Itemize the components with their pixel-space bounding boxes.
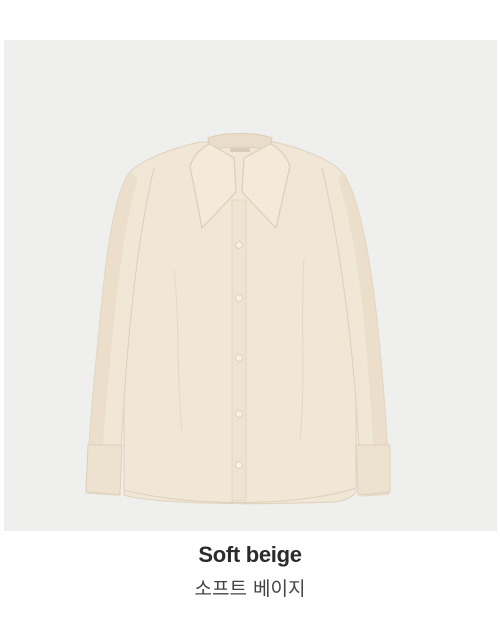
button [235, 410, 243, 418]
product-image [4, 40, 497, 531]
product-color-card: Soft beige 소프트 베이지 [0, 0, 500, 637]
button [235, 241, 243, 249]
neck-label [230, 148, 250, 152]
button [235, 461, 243, 469]
left-cuff [85, 444, 123, 496]
color-name-korean: 소프트 베이지 [194, 578, 306, 600]
right-cuff [355, 444, 391, 496]
shirt-illustration [85, 133, 391, 505]
button [235, 294, 243, 302]
button [235, 354, 243, 362]
color-name-english: Soft beige [198, 542, 302, 567]
product-caption: Soft beige 소프트 베이지 [0, 540, 500, 602]
